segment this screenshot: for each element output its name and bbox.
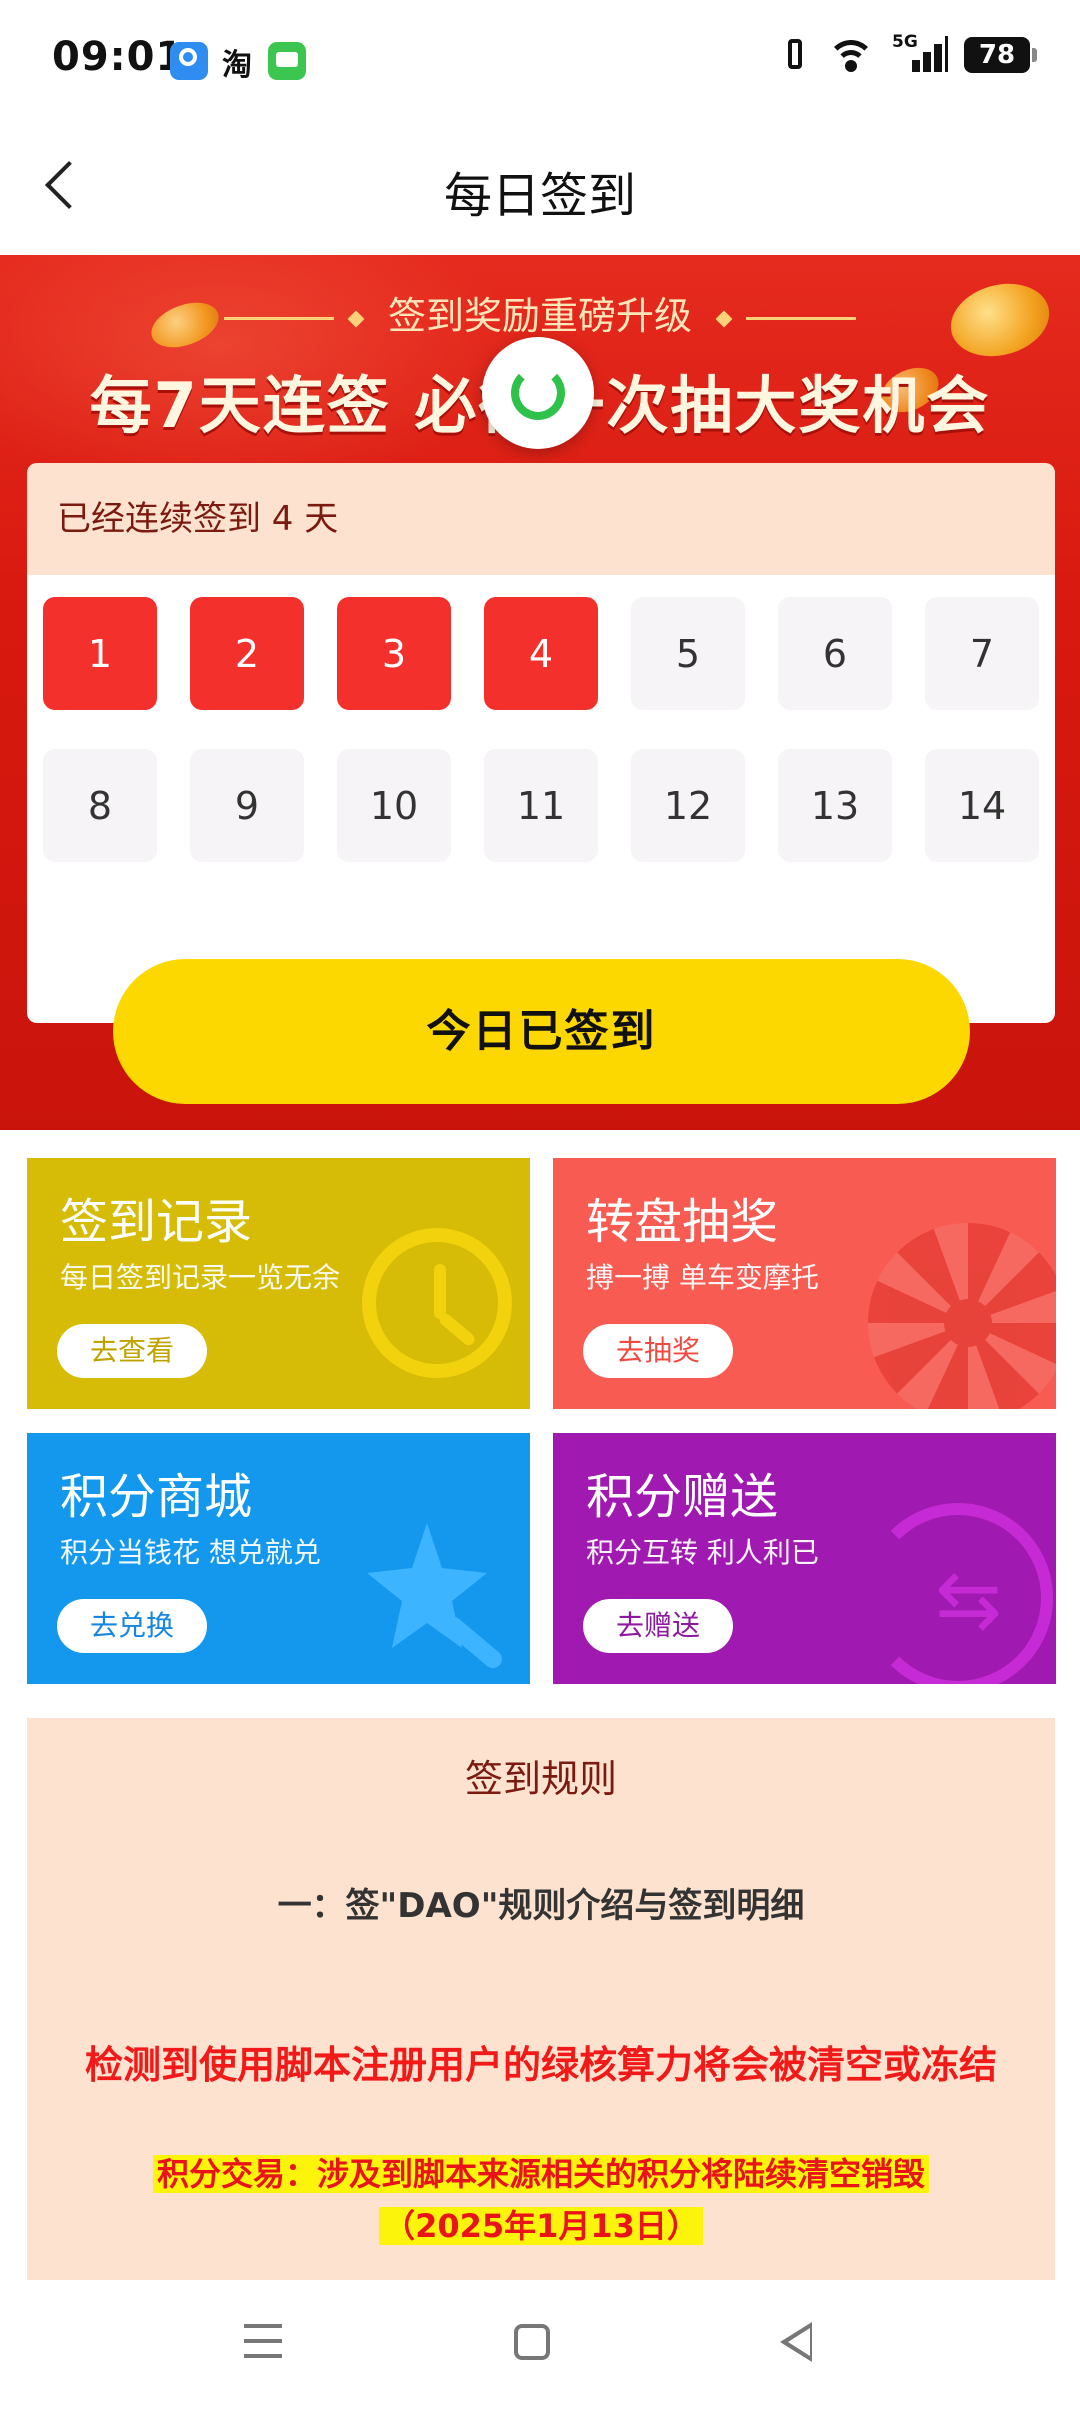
wheel-icon — [868, 1223, 1056, 1409]
qq-app-icon — [170, 42, 208, 80]
rules-subtitle: 一：签"DAO"规则介绍与签到明细 — [277, 1886, 805, 1926]
checkin-card: 已经连续签到 4 天 1 2 3 4 5 6 7 8 9 10 11 12 13 14 — [27, 463, 1055, 1023]
rules-section: 签到规则 一：签"DAO"规则介绍与签到明细 检测到使用脚本注册用户的绿核算力将… — [27, 1718, 1055, 2280]
network-type: 5G — [892, 32, 918, 52]
lucky-wheel-card[interactable]: 转盘抽奖 搏一搏 单车变摩托 去抽奖 — [553, 1158, 1056, 1409]
status-time: 09:01 — [52, 34, 185, 80]
day-cell: 11 — [484, 749, 598, 862]
menu-icon[interactable] — [244, 2324, 282, 2358]
day-cell: 5 — [631, 597, 745, 710]
streak-text: 已经连续签到 4 天 — [27, 463, 1055, 575]
clock-icon — [362, 1228, 512, 1378]
status-icons: 5G 78 — [780, 32, 1037, 74]
card-subtitle: 积分互转 利人利已 — [586, 1536, 819, 1569]
day-cell: 12 — [631, 749, 745, 862]
rules-note-line1: 积分交易：涉及到脚本来源相关的积分将陆续清空销毁 — [152, 2155, 929, 2193]
checkin-banner: 签到奖励重磅升级 每7天连签 必得一次抽大奖机会 已经连续签到 4 天 1234… — [0, 255, 1080, 1130]
card-title: 转盘抽奖 — [586, 1194, 779, 1250]
checkin-record-card[interactable]: 签到记录 每日签到记录一览无余 去查看 — [27, 1158, 530, 1409]
day-cell: 2 — [190, 597, 304, 710]
cellular-signal-icon: 5G — [892, 32, 948, 74]
magic-wand-icon — [367, 1523, 502, 1669]
rules-note: 积分交易：涉及到脚本来源相关的积分将陆续清空销毁 （2025年1月13日） — [67, 2148, 1015, 2252]
day-cell: 3 — [337, 597, 451, 710]
day-cell: 9 — [190, 749, 304, 862]
card-subtitle: 积分当钱花 想兑就兑 — [60, 1536, 321, 1569]
page-title: 每日签到 — [443, 168, 636, 224]
transfer-icon — [863, 1503, 1053, 1684]
points-mall-card[interactable]: 积分商城 积分当钱花 想兑就兑 去兑换 — [27, 1433, 530, 1684]
system-nav-bar — [0, 2280, 1080, 2412]
banner-subtitle-text: 签到奖励重磅升级 — [387, 294, 692, 338]
view-records-button[interactable]: 去查看 — [57, 1324, 207, 1378]
rules-warning: 检测到使用脚本注册用户的绿核算力将会被清空或冻结 — [84, 2043, 997, 2087]
day-cell: 6 — [778, 597, 892, 710]
status-bar: 09:01 淘 5G 78 — [0, 0, 1080, 120]
wifi-icon — [826, 36, 876, 74]
card-title: 积分赠送 — [586, 1469, 779, 1525]
day-cell: 13 — [778, 749, 892, 862]
points-gift-card[interactable]: 积分赠送 积分互转 利人利已 去赠送 — [553, 1433, 1056, 1684]
card-subtitle: 搏一搏 单车变摩托 — [586, 1261, 819, 1294]
loading-spinner-icon — [482, 337, 594, 449]
checkin-button[interactable]: 今日已签到 — [113, 959, 970, 1104]
home-icon[interactable] — [514, 2324, 550, 2360]
day-cell: 8 — [43, 749, 157, 862]
back-triangle-icon[interactable] — [780, 2322, 812, 2362]
message-app-icon — [268, 42, 306, 80]
rules-note-line2: （2025年1月13日） — [379, 2207, 703, 2245]
taobao-app-icon: 淘 — [222, 48, 252, 83]
rules-title: 签到规则 — [464, 1757, 617, 1801]
battery-level: 78 — [978, 40, 1016, 70]
vibrate-icon — [780, 37, 810, 73]
card-subtitle: 每日签到记录一览无余 — [60, 1261, 341, 1294]
day-cell: 14 — [925, 749, 1039, 862]
redeem-button[interactable]: 去兑换 — [57, 1599, 207, 1653]
card-title: 积分商城 — [60, 1469, 253, 1525]
page-header: 每日签到 — [0, 120, 1080, 255]
day-cell: 7 — [925, 597, 1039, 710]
banner-subtitle: 签到奖励重磅升级 — [0, 285, 1080, 340]
battery-icon: 78 — [964, 37, 1037, 73]
day-cell: 1 — [43, 597, 157, 710]
card-title: 签到记录 — [60, 1194, 253, 1250]
day-cell: 4 — [484, 597, 598, 710]
gift-points-button[interactable]: 去赠送 — [583, 1599, 733, 1653]
spin-wheel-button[interactable]: 去抽奖 — [583, 1324, 733, 1378]
day-cell: 10 — [337, 749, 451, 862]
